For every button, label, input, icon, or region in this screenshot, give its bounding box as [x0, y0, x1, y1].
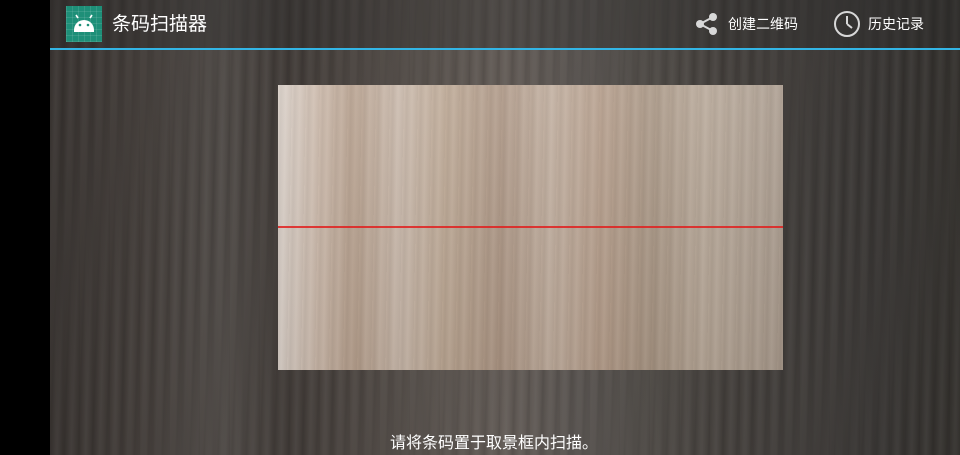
scanner-screen: 条码扫描器 创建二维码 历史记录 请将条码置于取景框内扫描。: [0, 0, 960, 455]
scan-hint-text: 请将条码置于取景框内扫描。: [390, 433, 599, 452]
action-bar-divider: [50, 48, 960, 50]
history-label: 历史记录: [868, 17, 924, 33]
create-qr-code-button[interactable]: 创建二维码: [692, 9, 798, 39]
history-button[interactable]: 历史记录: [832, 9, 924, 39]
app-title: 条码扫描器: [112, 13, 208, 35]
share-icon: [692, 9, 722, 39]
action-bar: 条码扫描器 创建二维码 历史记录: [50, 0, 960, 48]
scan-laser-line: [278, 226, 783, 228]
scan-viewfinder: [278, 85, 783, 370]
create-qr-code-label: 创建二维码: [728, 17, 798, 33]
android-robot-icon[interactable]: [66, 6, 102, 42]
clock-icon: [832, 9, 862, 39]
system-bar: [0, 0, 50, 455]
